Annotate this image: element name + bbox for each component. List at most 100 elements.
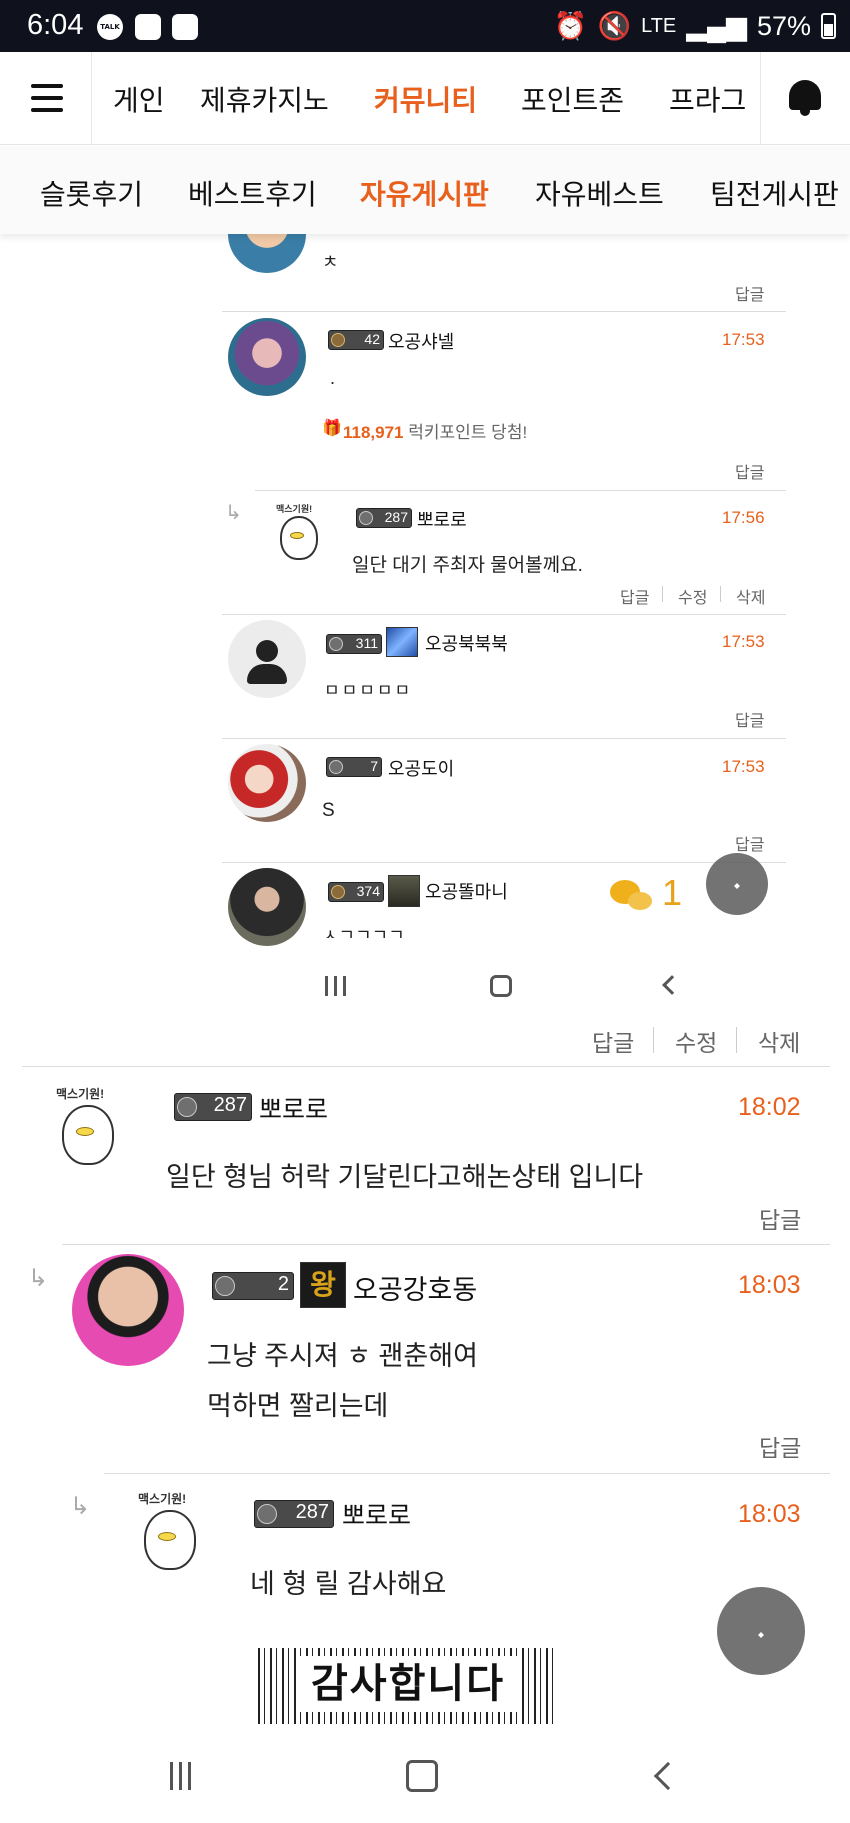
level-badge: 287 bbox=[254, 1500, 334, 1528]
sub-nav-slot-review[interactable]: 슬롯후기 bbox=[40, 173, 143, 213]
comment-time: 17:53 bbox=[722, 632, 765, 651]
scroll-top-button[interactable] bbox=[717, 1587, 805, 1675]
username[interactable]: 오공강호동 bbox=[353, 1268, 477, 1307]
delete-link[interactable]: 삭제 bbox=[758, 1024, 800, 1058]
alarm-icon: ⏰ bbox=[553, 11, 588, 41]
divider bbox=[255, 490, 786, 491]
divider bbox=[62, 1244, 830, 1245]
comment-text: 네 형 릴 감사해요 bbox=[250, 1569, 447, 1599]
comment-text: 일단 대기 주최자 물어볼께요. bbox=[352, 555, 583, 576]
top-nav-item-community[interactable]: 커뮤니티 bbox=[374, 79, 477, 119]
top-nav-item-game[interactable]: 게인 bbox=[113, 79, 165, 119]
notification-bell-button[interactable] bbox=[760, 52, 850, 144]
reply-link[interactable]: 답글 bbox=[759, 1429, 801, 1463]
lucky-amount: 118,971 bbox=[343, 423, 404, 442]
battery-percent: 57% bbox=[756, 10, 811, 41]
level-badge: 7 bbox=[326, 757, 382, 777]
comment-time: 17:53 bbox=[722, 330, 765, 349]
thanks-image-text: 감사합니다 bbox=[298, 1656, 518, 1712]
thanks-image: 감사합니다 bbox=[258, 1648, 558, 1724]
sticker-avatar: 맥스기원! bbox=[120, 1488, 210, 1578]
default-avatar-icon bbox=[228, 620, 306, 698]
divider bbox=[22, 1066, 830, 1067]
battery-icon bbox=[821, 13, 836, 39]
sub-nav-free-best[interactable]: 자유베스트 bbox=[535, 173, 664, 213]
reply-link[interactable]: 답글 bbox=[735, 707, 764, 731]
king-badge: 왕 bbox=[300, 1262, 346, 1308]
comment-time: 17:56 bbox=[722, 508, 765, 527]
comment-text: 일단 형님 허락 기달린다고해논상태 입니다 bbox=[166, 1162, 644, 1192]
username[interactable]: 뽀로로 bbox=[417, 506, 467, 532]
edit-link[interactable]: 수정 bbox=[675, 1024, 717, 1058]
reply-link[interactable]: 답글 bbox=[735, 459, 764, 483]
comment-text: . bbox=[330, 368, 336, 388]
comment-text: ㅁㅁㅁㅁㅁ bbox=[324, 681, 413, 700]
avatar bbox=[72, 1254, 184, 1366]
scroll-top-button-small[interactable] bbox=[706, 853, 768, 915]
top-nav-item-point-zone[interactable]: 포인트존 bbox=[521, 79, 624, 119]
back-button[interactable] bbox=[653, 1761, 683, 1791]
sub-nav-team-board[interactable]: 팀전게시판 bbox=[710, 173, 839, 213]
comment-time: 17:53 bbox=[722, 757, 765, 776]
sub-nav-free-board[interactable]: 자유게시판 bbox=[360, 173, 489, 213]
comment-text-line1: 그냥 주시져 ㅎ 괜춘해여 bbox=[207, 1341, 478, 1371]
reply-link[interactable]: 답글 bbox=[620, 584, 649, 608]
embedded-recent-apps-icon bbox=[325, 976, 346, 996]
comment-time: 18:03 bbox=[738, 1500, 801, 1528]
edit-link[interactable]: 수정 bbox=[678, 584, 707, 608]
username[interactable]: 오공도이 bbox=[388, 755, 454, 781]
comment-text-line2: 먹하면 짤리는데 bbox=[207, 1391, 389, 1421]
username[interactable]: 오공똘마니 bbox=[425, 878, 508, 904]
top-nav-items: 게인 제휴카지노 커뮤니티 포인트존 프라그 bbox=[93, 52, 759, 144]
signal-icon: ▂▄▆ bbox=[686, 10, 747, 41]
reply-arrow-icon: ↳ bbox=[70, 1492, 91, 1520]
avatar bbox=[228, 868, 306, 946]
level-badge: 287 bbox=[356, 508, 412, 528]
sticker-avatar: 맥스기원! bbox=[38, 1083, 128, 1173]
username[interactable]: 오공샤넬 bbox=[388, 328, 454, 354]
delete-link[interactable]: 삭제 bbox=[736, 584, 765, 608]
comment-time: 18:03 bbox=[738, 1271, 801, 1299]
level-badge: 2 bbox=[212, 1272, 294, 1300]
home-button[interactable] bbox=[406, 1760, 438, 1792]
comment-text: ㅅㄱㄱㄱㄱ bbox=[322, 926, 405, 938]
gallery-icon bbox=[135, 14, 161, 40]
divider bbox=[104, 1473, 830, 1474]
lucky-text: 럭키포인트 당첨! bbox=[408, 423, 528, 442]
embedded-back-icon bbox=[662, 975, 682, 995]
top-nav-item-partner-casino[interactable]: 제휴카지노 bbox=[200, 79, 329, 119]
reply-arrow-icon: ↳ bbox=[225, 500, 242, 524]
status-bar: 6:04 TALK ⏰ 🔇 LTE ▂▄▆ 57% bbox=[0, 0, 850, 52]
top-nav-item-more[interactable]: 프라그 bbox=[669, 79, 746, 119]
divider bbox=[222, 614, 786, 615]
bell-icon bbox=[789, 80, 821, 116]
divider bbox=[222, 862, 786, 863]
avatar bbox=[228, 744, 306, 822]
comment-time: 18:02 bbox=[738, 1093, 801, 1121]
level-badge: 374 bbox=[328, 882, 384, 902]
reply-link[interactable]: 답글 bbox=[735, 831, 764, 855]
reply-link[interactable]: 답글 bbox=[592, 1024, 634, 1058]
username[interactable]: 뽀로로 bbox=[342, 1496, 411, 1532]
reply-link[interactable]: 답글 bbox=[759, 1201, 801, 1235]
lucky-point-notice: 118,971 럭키포인트 당첨! bbox=[343, 418, 527, 443]
username[interactable]: 뽀로로 bbox=[259, 1090, 328, 1126]
username[interactable]: 오공북북북 bbox=[425, 630, 508, 656]
status-time: 6:04 bbox=[27, 9, 84, 41]
chat-count[interactable]: 1 bbox=[662, 872, 682, 914]
user-icon-image bbox=[388, 875, 420, 907]
recent-apps-button[interactable] bbox=[170, 1762, 191, 1790]
status-right: ⏰ 🔇 LTE ▂▄▆ 57% bbox=[554, 10, 836, 42]
reply-arrow-icon: ↳ bbox=[28, 1264, 49, 1292]
embedded-home-icon bbox=[490, 975, 512, 997]
divider bbox=[222, 311, 786, 312]
level-badge: 287 bbox=[174, 1093, 252, 1121]
reply-link[interactable]: 답글 bbox=[735, 281, 764, 305]
comment-text: ㅊ bbox=[322, 252, 339, 272]
sticker-avatar: 맥스기원! bbox=[262, 500, 328, 566]
hamburger-menu-button[interactable] bbox=[0, 52, 92, 144]
top-nav: 게인 제휴카지노 커뮤니티 포인트존 프라그 bbox=[0, 52, 850, 145]
sub-nav: 슬롯후기 베스트후기 자유게시판 자유베스트 팀전게시판 bbox=[0, 146, 850, 234]
gift-icon: 🎁 bbox=[322, 418, 342, 437]
sub-nav-best-review[interactable]: 베스트후기 bbox=[188, 173, 317, 213]
